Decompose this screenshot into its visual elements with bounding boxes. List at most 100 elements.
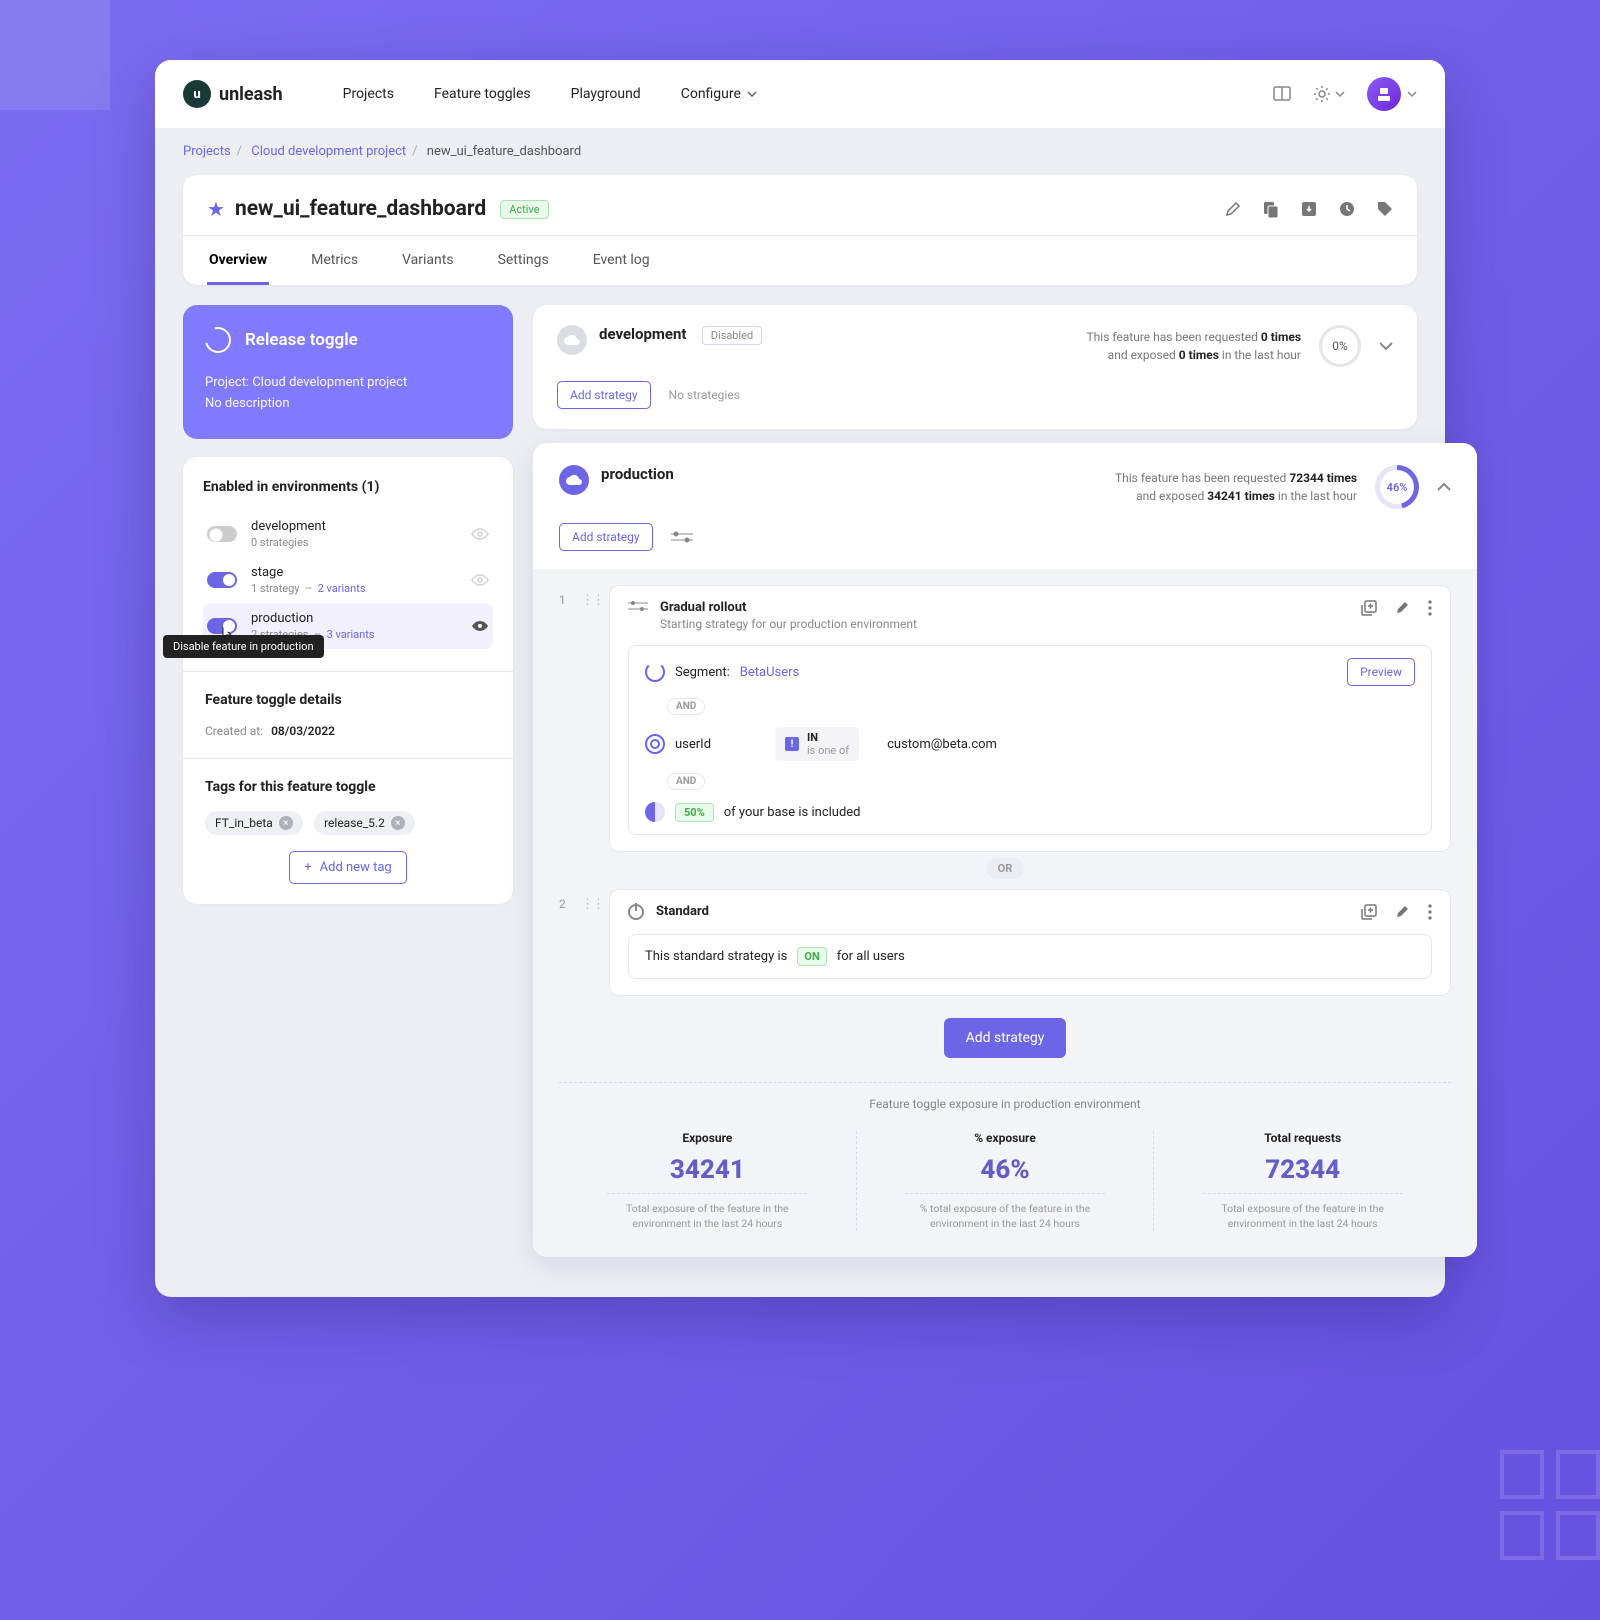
chevron-down-icon bbox=[1335, 91, 1345, 97]
exposure-ring: 46% bbox=[1375, 465, 1419, 509]
variants-link[interactable]: 3 variants bbox=[327, 628, 375, 641]
tab-settings[interactable]: Settings bbox=[496, 236, 551, 285]
brand-name: unleash bbox=[219, 84, 283, 105]
tab-eventlog[interactable]: Event log bbox=[591, 236, 652, 285]
tag-chip[interactable]: release_5.2× bbox=[314, 811, 415, 835]
exposure-value: 34241 bbox=[559, 1155, 856, 1185]
top-nav: u unleash Projects Feature toggles Playg… bbox=[155, 60, 1445, 128]
duplicate-icon[interactable] bbox=[1361, 904, 1377, 920]
nav-feature-toggles[interactable]: Feature toggles bbox=[434, 86, 531, 102]
edit-icon[interactable] bbox=[1395, 904, 1410, 920]
nav-configure[interactable]: Configure bbox=[681, 86, 757, 102]
rollout-icon bbox=[645, 802, 665, 822]
logo[interactable]: u unleash bbox=[183, 80, 283, 108]
cloud-icon bbox=[557, 325, 587, 355]
tag-chip[interactable]: FT_in_beta× bbox=[205, 811, 303, 835]
variants-link[interactable]: 2 variants bbox=[318, 582, 366, 595]
settings-icon[interactable] bbox=[1313, 85, 1345, 103]
add-strategy-button[interactable]: Add strategy bbox=[944, 1018, 1067, 1058]
tab-metrics[interactable]: Metrics bbox=[309, 236, 360, 285]
release-description: No description bbox=[205, 396, 491, 411]
drag-handle-icon[interactable]: ⋮⋮ bbox=[581, 585, 603, 608]
total-requests: 72344 bbox=[1154, 1155, 1451, 1185]
tooltip: Disable feature in production bbox=[163, 635, 324, 658]
segment-link[interactable]: BetaUsers bbox=[740, 665, 799, 680]
environments-heading: Enabled in environments (1) bbox=[203, 479, 493, 495]
rollout-pct: 50% bbox=[675, 803, 714, 822]
toggle-stage[interactable] bbox=[207, 572, 237, 588]
refresh-icon bbox=[200, 322, 236, 358]
remove-tag-icon[interactable]: × bbox=[279, 816, 293, 830]
or-chip: OR bbox=[986, 858, 1025, 879]
tag-icon[interactable] bbox=[1377, 201, 1393, 218]
tab-variants[interactable]: Variants bbox=[400, 236, 456, 285]
crumb-project[interactable]: Cloud development project bbox=[251, 144, 406, 159]
on-chip: ON bbox=[797, 947, 826, 966]
request-stats: This feature has been requested 0 times … bbox=[1087, 328, 1302, 364]
copy-icon[interactable] bbox=[1263, 201, 1279, 218]
strategy-index: 2 bbox=[559, 889, 581, 911]
chevron-down-icon bbox=[747, 91, 757, 97]
constraint-icon bbox=[645, 734, 665, 754]
status-badge: Active bbox=[500, 200, 548, 219]
feature-name: new_ui_feature_dashboard bbox=[235, 197, 486, 221]
tabs: Overview Metrics Variants Settings Event… bbox=[183, 235, 1417, 285]
environment-panel-production: production This feature has been request… bbox=[533, 443, 1477, 1257]
eye-icon[interactable] bbox=[471, 574, 489, 586]
toggle-development[interactable] bbox=[207, 526, 237, 542]
remove-tag-icon[interactable]: × bbox=[391, 816, 405, 830]
more-icon[interactable] bbox=[1428, 904, 1432, 920]
logo-mark-icon: u bbox=[183, 80, 211, 108]
chevron-up-icon[interactable] bbox=[1437, 483, 1451, 491]
tags-heading: Tags for this feature toggle bbox=[205, 779, 491, 795]
avatar-icon bbox=[1367, 77, 1401, 111]
eye-icon[interactable] bbox=[471, 620, 489, 632]
sliders-icon[interactable] bbox=[671, 531, 693, 543]
add-strategy-button[interactable]: Add strategy bbox=[557, 381, 651, 409]
preview-button[interactable]: Preview bbox=[1347, 658, 1415, 686]
sliders-icon bbox=[628, 600, 648, 612]
crumb-projects[interactable]: Projects bbox=[183, 144, 231, 159]
chevron-down-icon[interactable] bbox=[1379, 342, 1393, 350]
and-chip: AND bbox=[667, 773, 705, 790]
operator-chip: ! INis one of bbox=[775, 727, 859, 761]
edit-icon[interactable] bbox=[1225, 201, 1241, 218]
archive-icon[interactable] bbox=[1301, 201, 1317, 218]
tab-overview[interactable]: Overview bbox=[207, 236, 269, 285]
nav-playground[interactable]: Playground bbox=[571, 86, 641, 102]
no-strategies-text: No strategies bbox=[669, 388, 740, 402]
power-icon bbox=[628, 904, 644, 920]
add-strategy-button[interactable]: Add strategy bbox=[559, 523, 653, 551]
toggle-production[interactable] bbox=[207, 618, 237, 634]
strategy-index: 1 bbox=[559, 585, 581, 607]
breadcrumb: Projects/ Cloud development project/ new… bbox=[155, 128, 1445, 175]
and-chip: AND bbox=[667, 698, 705, 715]
segment-icon bbox=[645, 662, 665, 682]
duplicate-icon[interactable] bbox=[1361, 600, 1377, 616]
docs-icon[interactable] bbox=[1273, 86, 1291, 102]
crumb-current: new_ui_feature_dashboard bbox=[427, 144, 581, 159]
cloud-icon bbox=[559, 465, 589, 495]
request-stats: This feature has been requested 72344 ti… bbox=[1115, 469, 1357, 505]
exposure-section: Feature toggle exposure in production en… bbox=[559, 1082, 1451, 1231]
chevron-down-icon bbox=[1407, 91, 1417, 97]
nav-projects[interactable]: Projects bbox=[343, 86, 394, 102]
strategy-name: Gradual rollout bbox=[660, 600, 917, 615]
disabled-chip: Disabled bbox=[702, 326, 762, 345]
drag-handle-icon[interactable]: ⋮⋮ bbox=[581, 889, 603, 912]
edit-icon[interactable] bbox=[1395, 600, 1410, 616]
eye-icon[interactable] bbox=[471, 528, 489, 540]
user-menu[interactable] bbox=[1367, 77, 1417, 111]
env-row-development: development0 strategies bbox=[203, 511, 493, 557]
star-icon[interactable]: ★ bbox=[207, 197, 225, 221]
details-heading: Feature toggle details bbox=[205, 692, 491, 708]
add-tag-button[interactable]: +Add new tag bbox=[289, 851, 406, 884]
more-icon[interactable] bbox=[1428, 600, 1432, 616]
release-toggle-card: Release toggle Project: Cloud developmen… bbox=[183, 305, 513, 439]
plus-icon: + bbox=[304, 860, 311, 875]
exposure-pct: 46% bbox=[857, 1155, 1154, 1185]
strategy-description: Starting strategy for our production env… bbox=[660, 617, 917, 631]
env-row-production: production 2 strategies – 3 variants Dis… bbox=[203, 603, 493, 649]
strategy-name: Standard bbox=[656, 904, 709, 919]
clock-icon[interactable] bbox=[1339, 201, 1355, 218]
